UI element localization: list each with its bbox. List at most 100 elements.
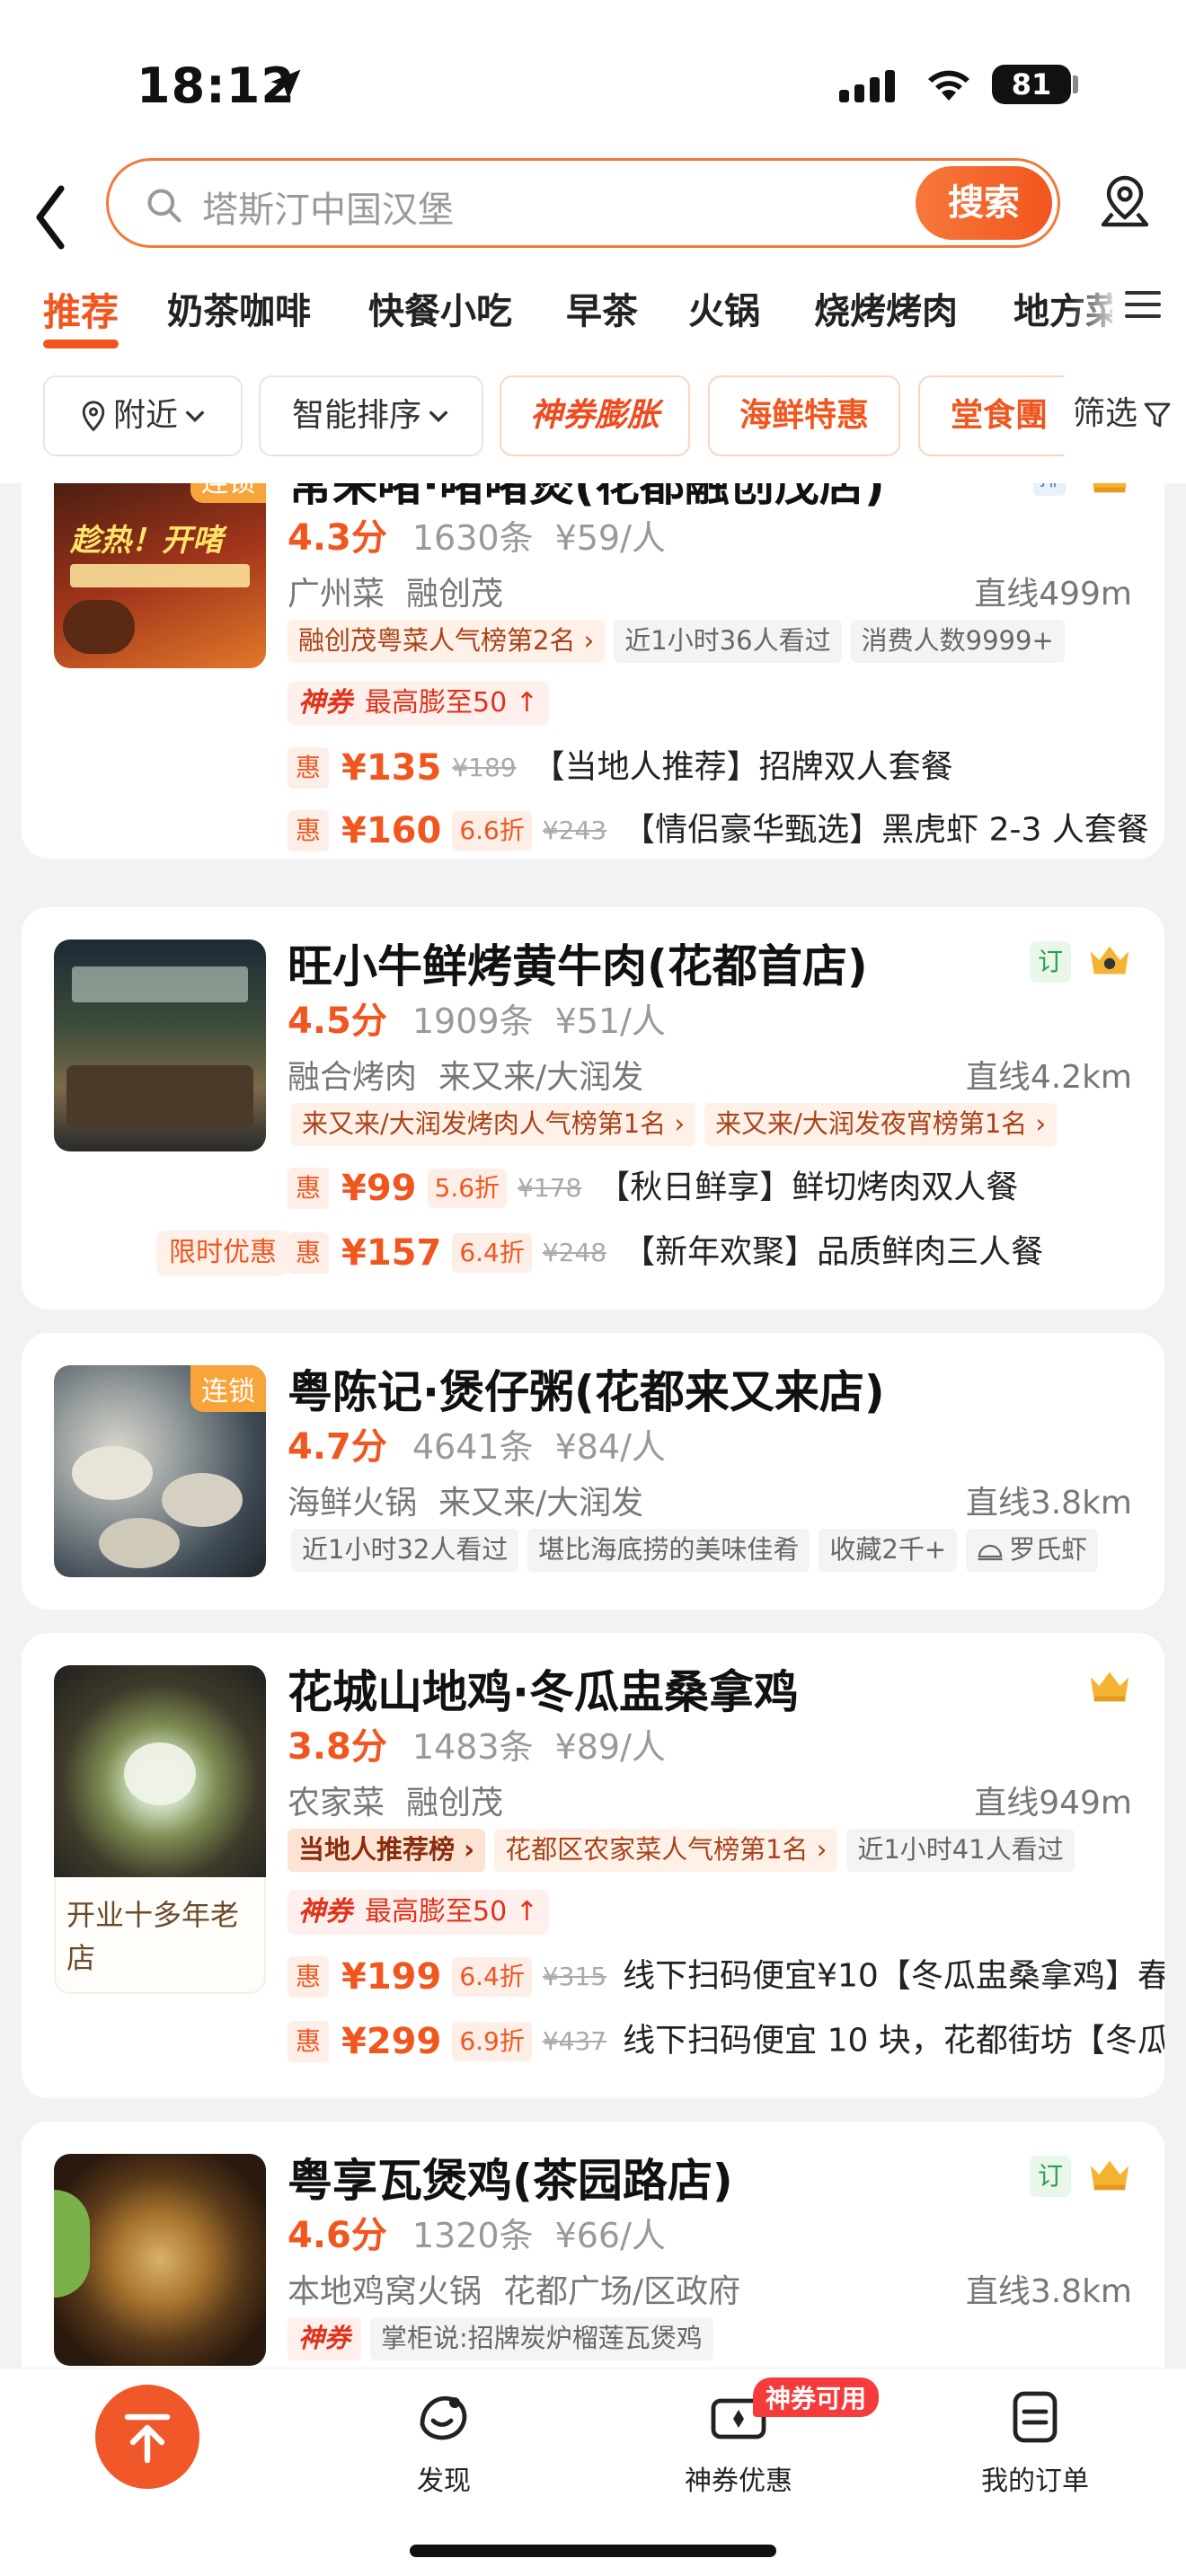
filter-sort-label: 智能排序	[291, 397, 421, 434]
deal-price: ¥299	[341, 2020, 442, 2062]
tab-fade	[1069, 273, 1123, 345]
tag-row: 近1小时32人看过 堪比海底捞的美味佳肴 收藏2千+ 罗氏虾	[291, 1529, 1107, 1574]
cuisine: 本地鸡窝火锅	[288, 2273, 482, 2310]
restaurant-name[interactable]: 花城山地鸡·冬瓜盅桑拿鸡	[288, 1656, 799, 1721]
restaurant-list: 趁热！开啫 连锁 常来啫·啫啫煲(花都融创茂店) 排 4.3分1630条¥59/…	[0, 483, 1186, 2368]
filter-button[interactable]: 筛选	[1064, 375, 1173, 456]
tag-row: 来又来/大润发烤肉人气榜第1名 › 来又来/大润发夜宵榜第1名 ›	[291, 1103, 1066, 1148]
filter-nearby[interactable]: 附近	[43, 375, 243, 456]
filter-chip-dinein[interactable]: 堂食團	[918, 375, 1080, 456]
deal-row[interactable]: 惠 ¥199 6.4折 ¥315 线下扫码便宜¥10【冬瓜盅桑拿鸡】春	[288, 1951, 1164, 2001]
tab-bbq[interactable]: 烧烤烤肉	[814, 282, 958, 334]
owner-says-tag: 掌柜说:招牌炭炉榴莲瓦煲鸡	[370, 2317, 713, 2360]
restaurant-card[interactable]: 旺小牛鲜烤黄牛肉(花都首店) 订 4.5分 1909条 ¥51/人 融合烤肉 来又来/…	[22, 907, 1164, 1310]
filter-chip-coupon[interactable]: 神券膨胀	[500, 375, 690, 456]
restaurant-card[interactable]: 开业十多年老店 花城山地鸡·冬瓜盅桑拿鸡 3.8分 1483条 ¥89/人 农家菜融…	[22, 1633, 1164, 2098]
back-icon[interactable]	[32, 181, 68, 253]
restaurant-thumbnail[interactable]: 连锁	[54, 1365, 266, 1577]
filter-bar: 附近 智能排序 神券膨胀 海鲜特惠 堂食團 筛选	[0, 375, 1186, 462]
ranking-tag[interactable]: 融创茂粤菜人气榜第2名 ›	[288, 620, 606, 663]
search-bar[interactable]: 塔斯汀中国汉堡 搜索	[106, 158, 1060, 248]
filter-chip-seafood[interactable]: 海鲜特惠	[708, 375, 900, 456]
deal-row[interactable]: 惠 ¥135 ¥189 【当地人推荐】招牌双人套餐	[288, 742, 953, 792]
chevron-down-icon	[429, 410, 448, 423]
scroll-to-top-button[interactable]	[95, 2385, 199, 2489]
bottom-tab-bar: 发现 神券优惠 神券可用 我的订单	[0, 2368, 1186, 2576]
restaurant-name[interactable]: 粤享瓦煲鸡(茶园路店)	[288, 2145, 733, 2210]
ranking-tag[interactable]: 来又来/大润发烤肉人气榜第1名 ›	[291, 1103, 696, 1146]
restaurant-thumbnail[interactable]	[54, 1665, 266, 1877]
restaurant-card[interactable]: 趁热！开啫 连锁 常来啫·啫啫煲(花都融创茂店) 排 4.3分1630条¥59/…	[22, 483, 1164, 859]
filter-sort[interactable]: 智能排序	[259, 375, 483, 456]
review-count: 1630条	[412, 518, 534, 558]
restaurant-thumbnail[interactable]	[54, 2154, 266, 2366]
orders-icon	[1013, 2391, 1058, 2443]
deal-icon: 惠	[288, 2020, 329, 2062]
tab-orders[interactable]: 我的订单	[963, 2385, 1107, 2498]
ranking-tag[interactable]: 来又来/大润发夜宵榜第1名 ›	[704, 1103, 1058, 1146]
deal-discount: 6.4折	[452, 1232, 532, 1273]
rating-score: 4.3分	[288, 517, 387, 559]
restaurant-card[interactable]: 粤享瓦煲鸡(茶园路店) 订 4.6分 1320条 ¥66/人 本地鸡窝火锅 花都广场/…	[22, 2122, 1164, 2368]
distance: 直线499m	[974, 576, 1132, 613]
tab-morning-tea[interactable]: 早茶	[566, 282, 638, 334]
deal-icon: 惠	[288, 1167, 329, 1209]
thumbnail-melon	[124, 1742, 196, 1805]
restaurant-thumbnail[interactable]: 趁热！开啫 连锁	[54, 483, 266, 668]
deal-icon: 惠	[288, 1955, 329, 1998]
search-button[interactable]: 搜索	[916, 166, 1052, 240]
filter-nearby-label: 附近	[112, 397, 178, 434]
deal-original-price: ¥178	[518, 1172, 582, 1203]
tab-discover[interactable]: 发现	[372, 2385, 516, 2498]
deal-row[interactable]: 惠 ¥99 5.6折 ¥178 【秋日鲜享】鲜切烤肉双人餐	[288, 1162, 1018, 1213]
old-shop-label: 开业十多年老店	[54, 1877, 266, 1994]
local-recommend-tag[interactable]: 当地人推荐榜 ›	[288, 1829, 486, 1872]
restaurant-thumbnail[interactable]	[54, 940, 266, 1151]
rating-score: 4.7分	[288, 1426, 387, 1468]
discover-icon	[420, 2395, 467, 2440]
review-count: 1483条	[412, 1727, 534, 1767]
search-input[interactable]: 塔斯汀中国汉堡	[202, 181, 454, 233]
funnel-icon	[1144, 402, 1171, 428]
booking-badge: 订	[1030, 941, 1071, 983]
review-count: 4641条	[412, 1427, 534, 1467]
coupon-row[interactable]: 神券 最高膨至50 ↑	[288, 681, 549, 726]
deal-row[interactable]: 惠 ¥157 6.4折 ¥248 【新年欢聚】品质鲜肉三人餐	[288, 1227, 1043, 1277]
tab-milk-tea-coffee[interactable]: 奶茶咖啡	[167, 282, 311, 334]
coupon-row[interactable]: 神券 最高膨至50 ↑	[288, 1890, 549, 1935]
tab-recommend[interactable]: 推荐	[43, 282, 119, 337]
rating-row: 4.5分 1909条 ¥51/人	[288, 992, 666, 1044]
tab-hotpot[interactable]: 火锅	[688, 282, 760, 334]
tab-fast-food[interactable]: 快餐小吃	[368, 282, 512, 334]
dish-tag: 罗氏虾	[966, 1529, 1099, 1572]
restaurant-name[interactable]: 旺小牛鲜烤黄牛肉(花都首店)	[288, 931, 868, 995]
info-tag: 消费人数9999+	[850, 620, 1065, 663]
tab-discover-label: 发现	[417, 2466, 471, 2497]
dish-cover-icon	[978, 1544, 1003, 1561]
restaurant-name[interactable]: 粤陈记·煲仔粥(花都来又来店)	[288, 1356, 885, 1421]
battery-level: 81	[992, 65, 1071, 104]
category-tabs: 推荐 奶茶咖啡 快餐小吃 早茶 火锅 烧烤烤肉 地方菜	[0, 273, 1186, 363]
arrow-up-icon	[124, 2413, 171, 2464]
tab-coupons-label: 神券优惠	[685, 2466, 792, 2497]
rating-row: 3.8分 1483条 ¥89/人	[288, 1717, 666, 1769]
restaurant-card[interactable]: 连锁 粤陈记·煲仔粥(花都来又来店) 4.7分 4641条 ¥84/人 海鲜火锅 来又…	[22, 1333, 1164, 1610]
header: 塔斯汀中国汉堡 搜索 推荐 奶茶咖啡 快餐小吃 早茶 火锅 烧烤烤肉 地方菜 附…	[0, 158, 1186, 483]
deal-row[interactable]: 惠 ¥160 6.6折 ¥243 【情侣豪华甄选】黑虎虾 2-3 人套餐	[288, 805, 1149, 855]
menu-icon[interactable]	[1125, 291, 1161, 322]
tag-row: 神券 掌柜说:招牌炭炉榴莲瓦煲鸡	[288, 2317, 722, 2362]
deal-price: ¥135	[341, 746, 442, 789]
info-tag: 近1小时32人看过	[291, 1529, 519, 1572]
tab-active-indicator	[43, 340, 119, 348]
deal-row[interactable]: 惠 ¥299 6.9折 ¥437 线下扫码便宜 10 块，花都街坊【冬瓜	[288, 2016, 1164, 2066]
rating-row: 4.7分 4641条 ¥84/人	[288, 1417, 666, 1469]
ranking-tag[interactable]: 花都区农家菜人气榜第1名 ›	[494, 1829, 838, 1872]
thumbnail-sign	[72, 966, 248, 1002]
area: 来又来/大润发	[438, 1059, 644, 1096]
crown-icon	[1090, 1672, 1129, 1702]
cuisine: 海鲜火锅	[288, 1485, 418, 1522]
wifi-icon	[928, 70, 969, 101]
rating-row: 4.3分 1630条 ¥59/人	[288, 508, 666, 560]
meta-row: 融合烤肉 来又来/大润发	[288, 1051, 665, 1098]
map-location-icon[interactable]	[1098, 174, 1152, 232]
